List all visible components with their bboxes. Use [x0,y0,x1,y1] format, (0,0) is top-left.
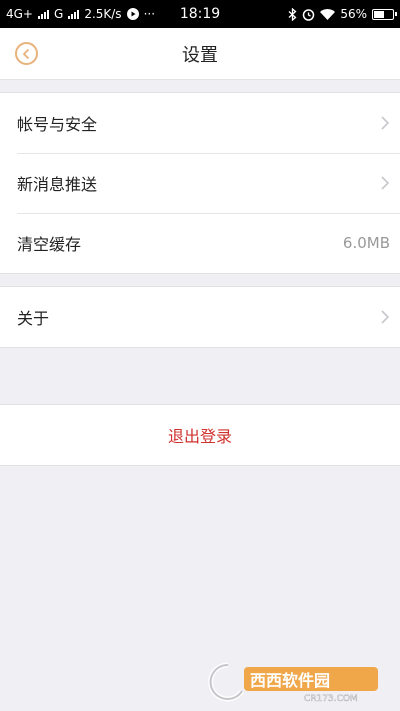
settings-group-about: 关于 [0,286,400,348]
watermark-brand: 西西软件园 [250,671,330,690]
page-title: 设置 [182,44,218,66]
signal-icon [38,9,49,19]
back-button[interactable] [15,42,38,65]
cache-size-value: 6.0MB [342,234,390,252]
row-push[interactable]: 新消息推送 [0,153,400,213]
status-time: 18:19 [179,6,221,22]
network-type-1: 4G+ [6,7,33,21]
wifi-icon [320,8,336,20]
more-icon: ··· [143,7,156,21]
logout-button[interactable]: 退出登录 [0,404,400,466]
battery-icon [372,8,397,20]
bluetooth-icon [288,7,297,21]
row-label-account-security: 帐号与安全 [17,115,98,134]
signal-icon-2 [68,9,80,19]
play-icon [126,8,139,20]
network-type-2: G [54,7,64,21]
row-label-push: 新消息推送 [17,175,98,194]
battery-fill [374,10,384,18]
row-account-security[interactable]: 帐号与安全 [0,93,400,153]
chevron-right-icon [381,310,390,324]
status-right: 56% [288,7,397,21]
net-speed: 2.5K/s [84,7,122,21]
row-label-clear-cache: 清空缓存 [17,235,82,254]
chevron-left-icon [22,48,30,59]
battery-percent: 56% [340,7,367,21]
chevron-right-icon [381,116,390,130]
status-bar: 4G+ G 2.5K/s ··· 18:19 56% [0,0,400,28]
chevron-right-icon [381,176,390,190]
alarm-icon [303,8,315,21]
nav-bar: 设置 [0,28,400,80]
watermark-site: CR173.COM [304,694,358,703]
row-clear-cache[interactable]: 清空缓存 6.0MB [0,213,400,273]
logout-label: 退出登录 [167,427,232,446]
status-left: 4G+ G 2.5K/s ··· [6,7,155,21]
watermark-logo: 西西软件园 CR173.COM [208,662,378,703]
row-about[interactable]: 关于 [0,287,400,347]
settings-group-main: 帐号与安全 新消息推送 清空缓存 6.0MB [0,92,400,274]
row-label-about: 关于 [17,309,50,328]
